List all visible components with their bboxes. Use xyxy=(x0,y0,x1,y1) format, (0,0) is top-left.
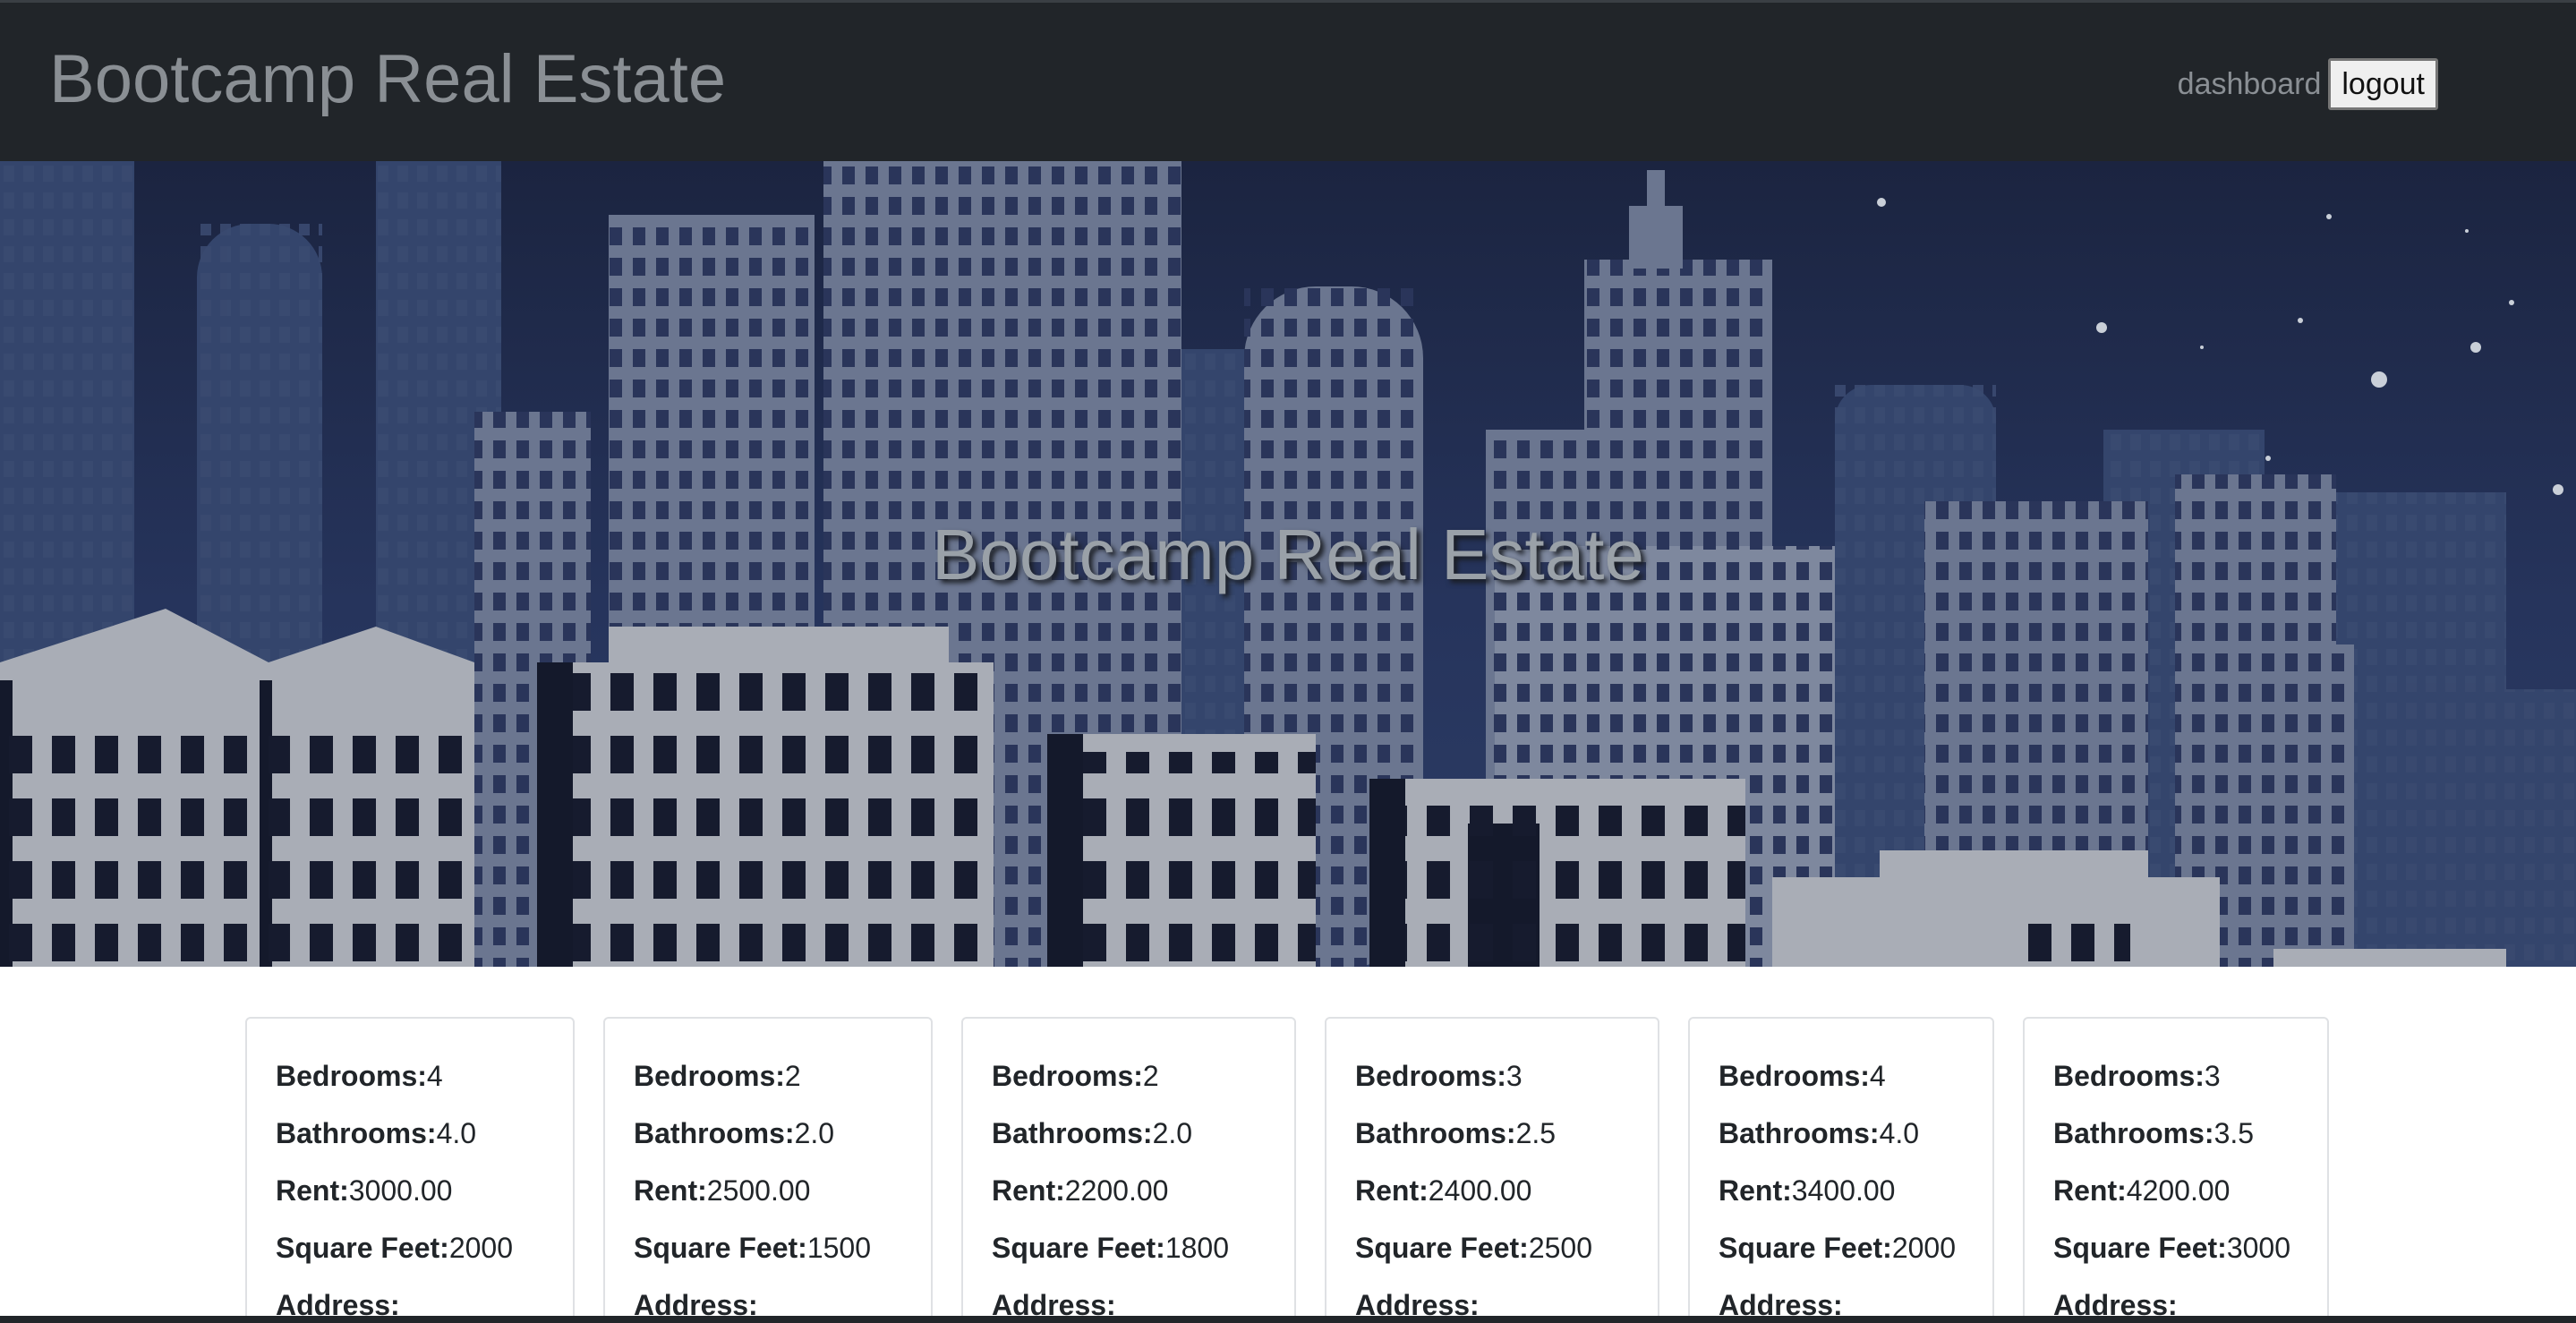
address-label: Address: xyxy=(1355,1289,1480,1318)
address-label: Address: xyxy=(1719,1289,1843,1318)
square-feet-label: Square Feet: xyxy=(992,1232,1165,1264)
address-field: Address: xyxy=(1355,1276,1658,1318)
address-field: Address: xyxy=(1719,1276,1992,1318)
rent-field: Rent:3400.00 xyxy=(1719,1162,1992,1219)
square-feet-label: Square Feet: xyxy=(1719,1232,1892,1264)
square-feet-value: 3000 xyxy=(2226,1232,2291,1264)
bathrooms-field: Bathrooms:2.5 xyxy=(1355,1105,1658,1162)
listing-cards: Bedrooms:4 Bathrooms:4.0 Rent:3000.00 Sq… xyxy=(0,967,2576,1318)
address-field: Address: xyxy=(276,1276,573,1318)
square-feet-value: 2000 xyxy=(1891,1232,1957,1264)
bathrooms-value: 4.0 xyxy=(1879,1117,1920,1149)
square-feet-label: Square Feet: xyxy=(276,1232,449,1264)
bedrooms-value: 2 xyxy=(1142,1060,1159,1092)
bedrooms-label: Bedrooms: xyxy=(634,1060,785,1092)
square-feet-field: Square Feet:2000 xyxy=(276,1219,573,1276)
bathrooms-label: Bathrooms: xyxy=(1355,1117,1516,1149)
bathrooms-field: Bathrooms:3.5 xyxy=(2053,1105,2327,1162)
square-feet-field: Square Feet:2500 xyxy=(1355,1219,1658,1276)
address-field: Address: xyxy=(992,1276,1294,1318)
listing-card: Bedrooms:3 Bathrooms:3.5 Rent:4200.00 Sq… xyxy=(2023,1017,2329,1318)
rent-label: Rent: xyxy=(1355,1174,1429,1207)
square-feet-field: Square Feet:3000 xyxy=(2053,1219,2327,1276)
listing-card: Bedrooms:4 Bathrooms:4.0 Rent:3400.00 Sq… xyxy=(1688,1017,1994,1318)
address-label: Address: xyxy=(992,1289,1116,1318)
rent-value: 2200.00 xyxy=(1064,1174,1169,1207)
rent-label: Rent: xyxy=(276,1174,349,1207)
rent-field: Rent:2400.00 xyxy=(1355,1162,1658,1219)
bathrooms-field: Bathrooms:4.0 xyxy=(1719,1105,1992,1162)
bedrooms-label: Bedrooms: xyxy=(1355,1060,1506,1092)
rent-field: Rent:2500.00 xyxy=(634,1162,931,1219)
rent-field: Rent:3000.00 xyxy=(276,1162,573,1219)
bathrooms-value: 2.0 xyxy=(1152,1117,1193,1149)
bedrooms-value: 4 xyxy=(426,1060,443,1092)
bedrooms-label: Bedrooms: xyxy=(992,1060,1143,1092)
square-feet-label: Square Feet: xyxy=(2053,1232,2227,1264)
listing-card: Bedrooms:2 Bathrooms:2.0 Rent:2200.00 Sq… xyxy=(961,1017,1296,1318)
listing-card: Bedrooms:4 Bathrooms:4.0 Rent:3000.00 Sq… xyxy=(245,1017,575,1318)
square-feet-field: Square Feet:1800 xyxy=(992,1219,1294,1276)
rent-label: Rent: xyxy=(2053,1174,2127,1207)
square-feet-label: Square Feet: xyxy=(634,1232,807,1264)
square-feet-label: Square Feet: xyxy=(1355,1232,1529,1264)
logout-button[interactable]: logout xyxy=(2328,58,2438,110)
rent-label: Rent: xyxy=(1719,1174,1792,1207)
bedrooms-field: Bedrooms:3 xyxy=(2053,1047,2327,1105)
rent-label: Rent: xyxy=(634,1174,707,1207)
rent-value: 3400.00 xyxy=(1791,1174,1896,1207)
listing-card: Bedrooms:3 Bathrooms:2.5 Rent:2400.00 Sq… xyxy=(1325,1017,1659,1318)
dashboard-link[interactable]: dashboard xyxy=(2178,59,2322,109)
rent-field: Rent:4200.00 xyxy=(2053,1162,2327,1219)
bathrooms-value: 2.5 xyxy=(1515,1117,1557,1149)
bathrooms-value: 4.0 xyxy=(436,1117,477,1149)
rent-value: 2400.00 xyxy=(1428,1174,1532,1207)
address-field: Address: xyxy=(2053,1276,2327,1318)
rent-value: 3000.00 xyxy=(348,1174,453,1207)
bedrooms-value: 2 xyxy=(784,1060,801,1092)
bedrooms-field: Bedrooms:3 xyxy=(1355,1047,1658,1105)
square-feet-value: 2000 xyxy=(448,1232,514,1264)
rent-value: 4200.00 xyxy=(2126,1174,2231,1207)
rent-field: Rent:2200.00 xyxy=(992,1162,1294,1219)
square-feet-value: 2500 xyxy=(1528,1232,1593,1264)
bedrooms-label: Bedrooms: xyxy=(1719,1060,1870,1092)
brand-link[interactable]: Bootcamp Real Estate xyxy=(49,37,726,123)
bathrooms-field: Bathrooms:2.0 xyxy=(992,1105,1294,1162)
top-navbar: Bootcamp Real Estate dashboard logout xyxy=(0,0,2576,161)
bedrooms-label: Bedrooms: xyxy=(2053,1060,2205,1092)
square-feet-value: 1500 xyxy=(806,1232,872,1264)
bedrooms-field: Bedrooms:2 xyxy=(992,1047,1294,1105)
square-feet-value: 1800 xyxy=(1164,1232,1230,1264)
bedrooms-field: Bedrooms:4 xyxy=(1719,1047,1992,1105)
bathrooms-value: 3.5 xyxy=(2213,1117,2255,1149)
bathrooms-label: Bathrooms: xyxy=(634,1117,795,1149)
bedrooms-value: 3 xyxy=(2204,1060,2221,1092)
address-field: Address: xyxy=(634,1276,931,1318)
bathrooms-label: Bathrooms: xyxy=(992,1117,1153,1149)
listing-card: Bedrooms:2 Bathrooms:2.0 Rent:2500.00 Sq… xyxy=(603,1017,933,1318)
bathrooms-label: Bathrooms: xyxy=(2053,1117,2214,1149)
rent-label: Rent: xyxy=(992,1174,1065,1207)
address-label: Address: xyxy=(276,1289,400,1318)
square-feet-field: Square Feet:1500 xyxy=(634,1219,931,1276)
bathrooms-label: Bathrooms: xyxy=(276,1117,437,1149)
address-label: Address: xyxy=(634,1289,758,1318)
square-feet-field: Square Feet:2000 xyxy=(1719,1219,1992,1276)
bathrooms-label: Bathrooms: xyxy=(1719,1117,1880,1149)
bedrooms-value: 3 xyxy=(1506,1060,1523,1092)
bedrooms-field: Bedrooms:4 xyxy=(276,1047,573,1105)
bathrooms-field: Bathrooms:4.0 xyxy=(276,1105,573,1162)
hero-title: Bootcamp Real Estate xyxy=(932,515,1644,594)
address-label: Address: xyxy=(2053,1289,2178,1318)
bathrooms-field: Bathrooms:2.0 xyxy=(634,1105,931,1162)
hero-banner: Bootcamp Real Estate xyxy=(0,161,2576,967)
bedrooms-field: Bedrooms:2 xyxy=(634,1047,931,1105)
bathrooms-value: 2.0 xyxy=(794,1117,835,1149)
bedrooms-label: Bedrooms: xyxy=(276,1060,427,1092)
nav-links: dashboard logout xyxy=(2178,58,2438,110)
bottom-edge xyxy=(0,1316,2576,1323)
rent-value: 2500.00 xyxy=(706,1174,811,1207)
bedrooms-value: 4 xyxy=(1869,1060,1886,1092)
